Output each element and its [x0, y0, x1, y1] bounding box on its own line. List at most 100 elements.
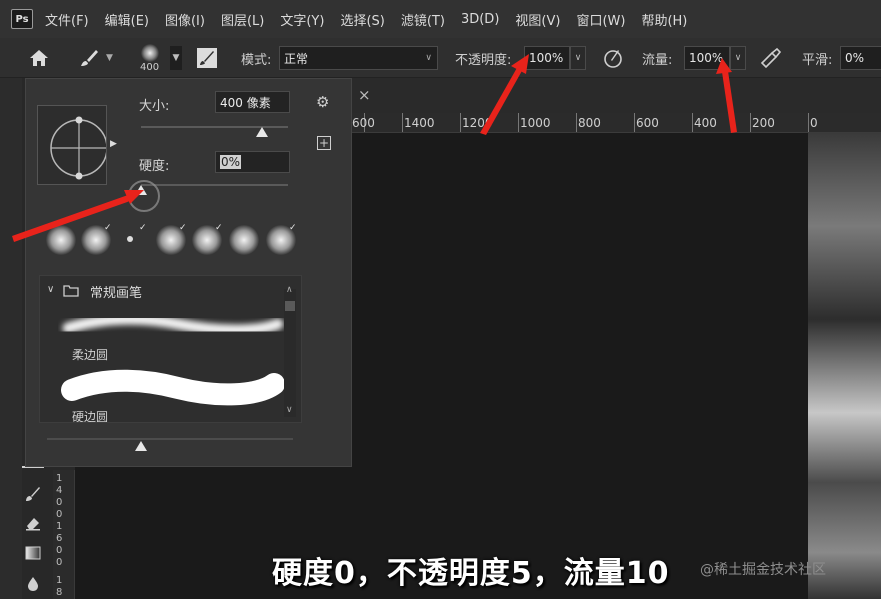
menu-layer[interactable]: 图层(L)	[221, 10, 264, 29]
close-tab-icon[interactable]: ×	[358, 86, 371, 104]
hruler-label: 1000	[520, 116, 551, 130]
menu-view[interactable]: 视图(V)	[515, 10, 560, 29]
flow-input[interactable]: 100%	[684, 46, 730, 70]
pressure-icon	[604, 50, 622, 68]
pressure-mark-icon: ✓	[104, 223, 112, 233]
photo-layer-edge	[808, 133, 881, 599]
brush-angle-preview[interactable]	[37, 105, 108, 185]
home-icon	[30, 50, 48, 66]
brush-tip[interactable]	[229, 225, 259, 255]
pressure-mark-icon: ✓	[179, 223, 187, 233]
brush-group-name: 常规画笔	[90, 286, 143, 301]
brush-icon	[81, 50, 98, 66]
eraser-tool[interactable]	[20, 512, 46, 534]
add-icon[interactable]: +	[317, 136, 331, 150]
flow-value: 100%	[689, 51, 724, 65]
menu-select[interactable]: 选择(S)	[340, 10, 384, 29]
brush-group-list: ∨ 常规画笔 柔边圆 硬边圆	[39, 275, 302, 423]
history-brush-tool[interactable]	[20, 483, 46, 505]
menu-3d[interactable]: 3D(D)	[461, 12, 499, 27]
blur-tool[interactable]	[20, 573, 46, 595]
vruler-label: 1	[56, 575, 63, 586]
hard-round-stroke-preview[interactable]	[58, 368, 288, 408]
soft-round-stroke-preview[interactable]	[58, 310, 288, 342]
flow-dropdown[interactable]: ∨	[730, 46, 746, 70]
hruler-label: 200	[752, 116, 775, 130]
chevron-down-icon: ▼	[106, 53, 113, 63]
vruler-label: 4	[56, 485, 63, 496]
brush-tip[interactable]	[127, 236, 133, 242]
blur-icon	[28, 577, 38, 591]
menu-image[interactable]: 图像(I)	[165, 10, 205, 29]
toolbar-edge	[0, 78, 22, 599]
hruler-label: 1200	[462, 116, 493, 130]
size-value: 400 像素	[220, 95, 271, 110]
home-button[interactable]	[28, 38, 50, 78]
brush-tool-preset[interactable]: ▼	[78, 38, 113, 78]
airbrush-toggle[interactable]	[758, 38, 782, 78]
brush-settings-toggle[interactable]	[196, 38, 218, 78]
opacity-label: 不透明度:	[455, 52, 512, 68]
gradient-tool[interactable]	[20, 542, 46, 564]
brush-preset-picker[interactable]: 400	[140, 38, 159, 78]
scroll-thumb[interactable]	[285, 301, 295, 311]
mode-label: 模式:	[241, 52, 272, 68]
pressure-mark-icon: ✓	[139, 223, 147, 233]
chevron-down-icon: ▼	[172, 53, 180, 63]
gradient-icon	[25, 546, 41, 560]
size-label: 大小:	[139, 99, 170, 114]
preview-arrow-icon: ▶	[110, 139, 117, 149]
document-tab-strip: ×	[352, 78, 881, 113]
brush-preset-panel: ▶ 大小: 400 像素 ⚙ + 硬度: 0% ✓ ✓ ✓ ✓ ✓ ∨ 常规画笔…	[25, 78, 352, 467]
brush-settings-icon	[197, 48, 217, 68]
chevron-down-icon: ∨	[425, 53, 432, 63]
menu-file[interactable]: 文件(F)	[45, 10, 89, 29]
brush-name-hard-round[interactable]: 硬边圆	[72, 408, 108, 422]
chevron-down-icon[interactable]: ∨	[47, 284, 54, 295]
menu-bar: Ps 文件(F) 编辑(E) 图像(I) 图层(L) 文字(Y) 选择(S) 滤…	[0, 0, 881, 38]
vruler-label: 0	[56, 557, 63, 568]
opacity-input[interactable]: 100%	[524, 46, 570, 70]
vruler-label: 8	[56, 587, 63, 598]
hruler-label: 1400	[404, 116, 435, 130]
hruler-label: 600	[352, 116, 375, 130]
eraser-icon	[26, 518, 40, 531]
options-bar: ▼ 400 ▼ 模式: 正常 ∨ 不透明度: 100% ∨ 流量: 100% ∨…	[0, 38, 881, 78]
brush-tip[interactable]	[46, 225, 76, 255]
size-slider-knob[interactable]	[255, 127, 268, 137]
size-input[interactable]: 400 像素	[215, 91, 290, 113]
folder-icon	[63, 285, 79, 297]
photoshop-logo: Ps	[11, 9, 33, 29]
mode-value: 正常	[284, 51, 309, 66]
brush-size-readout: 400	[140, 61, 160, 73]
hruler-label: 0	[810, 116, 818, 130]
hardness-value: 0%	[220, 155, 242, 169]
hardness-input[interactable]: 0%	[215, 151, 290, 173]
preview-size-slider-knob[interactable]	[135, 441, 147, 451]
menu-filter[interactable]: 滤镜(T)	[401, 10, 445, 29]
pressure-mark-icon: ✓	[215, 223, 223, 233]
opacity-dropdown[interactable]: ∨	[570, 46, 586, 70]
brush-preset-dropdown[interactable]: ▼	[170, 46, 182, 70]
vruler-label: 0	[56, 545, 63, 556]
pressure-opacity-toggle[interactable]	[602, 38, 624, 78]
gear-icon[interactable]: ⚙	[316, 93, 329, 111]
menu-type[interactable]: 文字(Y)	[280, 10, 324, 29]
smoothing-input[interactable]: 0%	[840, 46, 881, 70]
brush-tip-thumbnail	[140, 43, 159, 62]
smoothing-label: 平滑:	[802, 52, 833, 68]
mode-select[interactable]: 正常 ∨	[279, 46, 438, 70]
flow-label: 流量:	[642, 52, 673, 68]
hruler-label: 800	[578, 116, 601, 130]
menu-edit[interactable]: 编辑(E)	[105, 10, 149, 29]
menu-help[interactable]: 帮助(H)	[641, 10, 687, 29]
menu-window[interactable]: 窗口(W)	[576, 10, 625, 29]
airbrush-icon	[760, 47, 782, 69]
hardness-label: 硬度:	[139, 159, 170, 174]
brush-name-soft-round[interactable]: 柔边圆	[72, 346, 108, 363]
brush-list-scrollbar[interactable]: ∧ ∨	[284, 285, 296, 417]
hruler-label: 600	[636, 116, 659, 130]
smoothing-value: 0%	[845, 51, 865, 65]
opacity-value: 100%	[529, 51, 564, 65]
vruler-label: 1	[56, 473, 63, 484]
